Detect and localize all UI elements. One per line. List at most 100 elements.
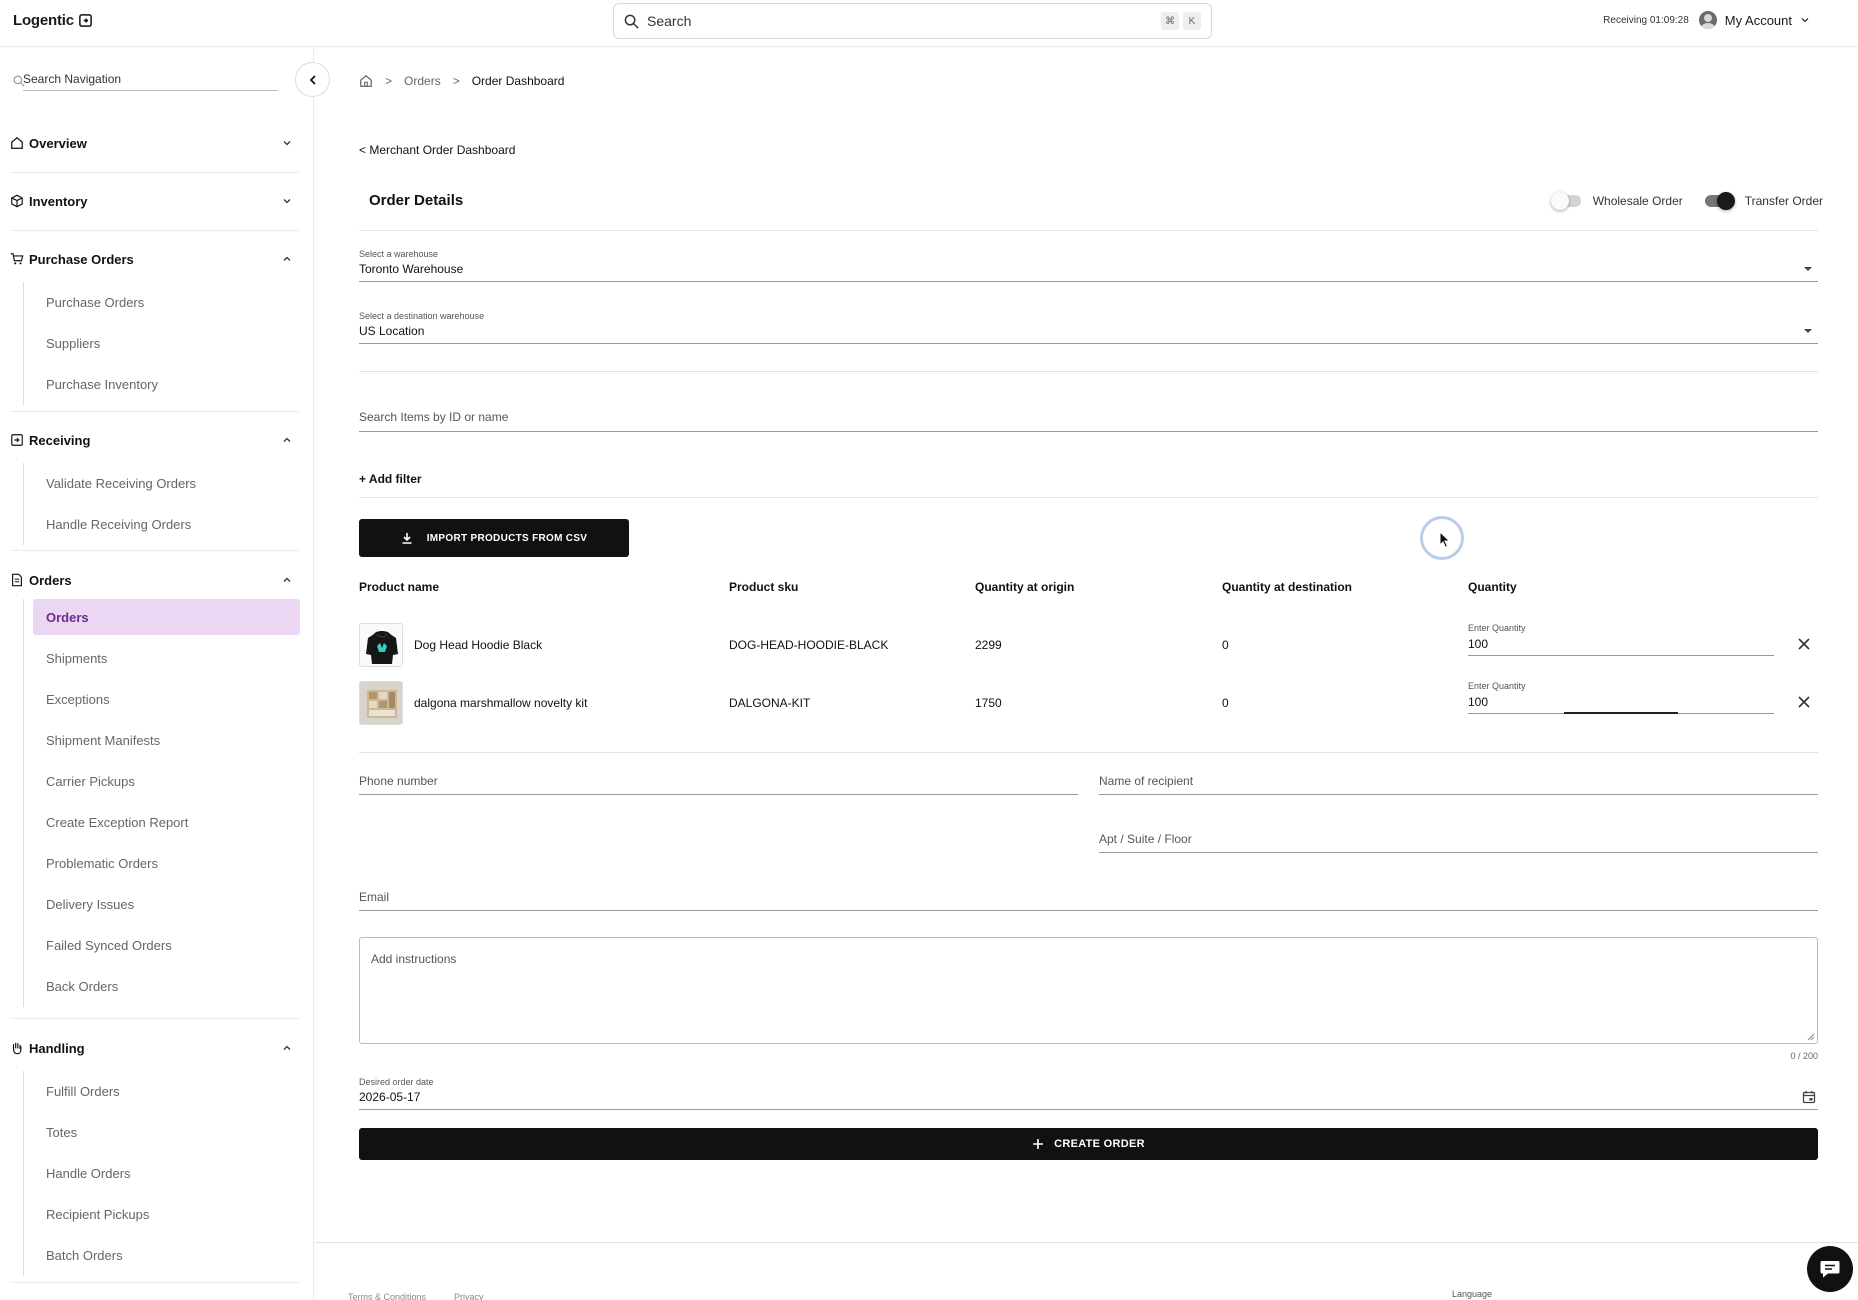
nav-inventory[interactable]: Inventory bbox=[10, 188, 300, 214]
quantity-input[interactable]: Enter Quantity 100 bbox=[1468, 681, 1774, 714]
product-thumbnail bbox=[359, 623, 403, 667]
import-csv-button[interactable]: IMPORT PRODUCTS FROM CSV bbox=[359, 519, 629, 557]
sidebar-item-validate-receiving[interactable]: Validate Receiving Orders bbox=[24, 463, 300, 504]
sidebar-item-failed-synced-orders[interactable]: Failed Synced Orders bbox=[24, 925, 300, 966]
instructions-textarea[interactable]: Add instructions bbox=[359, 937, 1818, 1044]
sidebar-item-exceptions[interactable]: Exceptions bbox=[24, 679, 300, 720]
logo[interactable]: Logentic bbox=[13, 12, 93, 29]
nav-section-inventory: Inventory bbox=[10, 188, 300, 214]
privacy-link[interactable]: Privacy bbox=[454, 1292, 484, 1300]
apt-suite-input[interactable]: Apt / Suite / Floor bbox=[1099, 832, 1818, 853]
product-name: dalgona marshmallow novelty kit bbox=[414, 696, 588, 710]
instructions-counter: 0 / 200 bbox=[1790, 1051, 1818, 1061]
nav-section-receiving: Receiving Validate Receiving Orders Hand… bbox=[10, 427, 300, 545]
email-input[interactable]: Email bbox=[359, 890, 1818, 911]
product-sku: DALGONA-KIT bbox=[729, 696, 811, 710]
box-icon bbox=[10, 194, 24, 208]
sidebar-item-purchase-orders[interactable]: Purchase Orders bbox=[24, 282, 300, 323]
table-row: dalgona marshmallow novelty kit DALGONA-… bbox=[359, 681, 1818, 729]
breadcrumb-orders[interactable]: Orders bbox=[404, 74, 441, 88]
sidebar-item-batch-orders[interactable]: Batch Orders bbox=[24, 1235, 300, 1276]
terms-link[interactable]: Terms & Conditions bbox=[348, 1292, 426, 1300]
home-icon[interactable] bbox=[359, 74, 373, 88]
wholesale-order-toggle[interactable] bbox=[1550, 192, 1581, 210]
transfer-order-toggle[interactable] bbox=[1704, 192, 1735, 210]
sidebar-collapse-button[interactable] bbox=[295, 62, 330, 97]
search-items-input[interactable]: Search Items by ID or name bbox=[359, 410, 1818, 432]
hoodie-image bbox=[360, 624, 402, 666]
page-title: Order Details bbox=[369, 192, 464, 209]
cart-icon bbox=[10, 252, 24, 266]
instructions-placeholder: Add instructions bbox=[371, 952, 457, 966]
sidebar-item-purchase-inventory[interactable]: Purchase Inventory bbox=[24, 364, 300, 405]
sidebar-item-back-orders[interactable]: Back Orders bbox=[24, 966, 300, 1007]
home-icon bbox=[10, 136, 24, 150]
sidebar-item-problematic-orders[interactable]: Problematic Orders bbox=[24, 843, 300, 884]
sidebar-search-input[interactable]: Search Navigation bbox=[23, 72, 278, 91]
destination-select-value: US Location bbox=[359, 324, 425, 338]
warehouse-select-value: Toronto Warehouse bbox=[359, 262, 464, 276]
desired-date-input[interactable]: Desired order date 2026-05-17 bbox=[359, 1077, 1818, 1110]
phone-number-input[interactable]: Phone number bbox=[359, 774, 1078, 795]
divider bbox=[359, 371, 1818, 372]
back-link[interactable]: < Merchant Order Dashboard bbox=[359, 143, 515, 157]
create-order-button[interactable]: CREATE ORDER bbox=[359, 1128, 1818, 1160]
col-header-qty-origin: Quantity at origin bbox=[975, 580, 1075, 594]
toggle-knob bbox=[1716, 192, 1735, 210]
global-search[interactable]: Search ⌘ K bbox=[613, 3, 1212, 39]
add-filter-button[interactable]: + Add filter bbox=[359, 472, 422, 486]
language-label[interactable]: Language bbox=[1452, 1289, 1492, 1299]
nav-divider bbox=[10, 230, 300, 231]
quantity-input-value: 100 bbox=[1468, 637, 1489, 651]
sidebar-item-suppliers[interactable]: Suppliers bbox=[24, 323, 300, 364]
nav-overview[interactable]: Overview bbox=[10, 130, 300, 156]
nav-orders[interactable]: Orders bbox=[10, 567, 300, 593]
nav-divider bbox=[10, 172, 300, 173]
sidebar-item-handle-receiving[interactable]: Handle Receiving Orders bbox=[24, 504, 300, 545]
receiving-timer[interactable]: Receiving 01:09:28 bbox=[1603, 15, 1689, 26]
quantity-input[interactable]: Enter Quantity 100 bbox=[1468, 623, 1774, 656]
import-csv-label: IMPORT PRODUCTS FROM CSV bbox=[426, 532, 588, 544]
remove-item-button[interactable] bbox=[1795, 693, 1813, 711]
resize-grip-icon[interactable] bbox=[1807, 1033, 1815, 1041]
nav-orders-submenu: Orders Shipments Exceptions Shipment Man… bbox=[23, 599, 300, 1007]
shortcut-k-key: K bbox=[1183, 12, 1201, 30]
recipient-name-input[interactable]: Name of recipient bbox=[1099, 774, 1818, 795]
chat-button[interactable] bbox=[1807, 1246, 1853, 1292]
nav-receiving[interactable]: Receiving bbox=[10, 427, 300, 453]
quantity-input-value: 100 bbox=[1468, 695, 1489, 709]
qty-destination: 0 bbox=[1222, 696, 1229, 710]
sidebar-item-carrier-pickups[interactable]: Carrier Pickups bbox=[24, 761, 300, 802]
plus-icon bbox=[1033, 1139, 1044, 1149]
remove-item-button[interactable] bbox=[1795, 635, 1813, 653]
logo-icon bbox=[79, 14, 92, 27]
transfer-order-label: Transfer Order bbox=[1744, 194, 1823, 208]
sidebar-search[interactable]: Search Navigation bbox=[13, 68, 291, 94]
sidebar-item-fulfill-orders[interactable]: Fulfill Orders bbox=[24, 1071, 300, 1112]
nav-divider bbox=[10, 411, 300, 412]
destination-warehouse-select[interactable]: Select a destination warehouse US Locati… bbox=[359, 311, 1818, 344]
nav-section-overview: Overview bbox=[10, 130, 300, 156]
sidebar-item-delivery-issues[interactable]: Delivery Issues bbox=[24, 884, 300, 925]
calendar-icon[interactable] bbox=[1802, 1090, 1816, 1104]
sidebar-item-shipments[interactable]: Shipments bbox=[24, 638, 300, 679]
warehouse-select[interactable]: Select a warehouse Toronto Warehouse bbox=[359, 249, 1818, 282]
divider bbox=[359, 752, 1818, 753]
sidebar-item-orders[interactable]: Orders bbox=[33, 599, 300, 635]
chevron-up-icon bbox=[282, 575, 292, 585]
nav-divider bbox=[10, 1018, 300, 1019]
nav-purchase-orders-label: Purchase Orders bbox=[29, 251, 134, 267]
account-menu[interactable]: My Account bbox=[1698, 11, 1810, 29]
sidebar-item-handle-orders[interactable]: Handle Orders bbox=[24, 1153, 300, 1194]
nav-purchase-orders[interactable]: Purchase Orders bbox=[10, 246, 300, 272]
sidebar-item-recipient-pickups[interactable]: Recipient Pickups bbox=[24, 1194, 300, 1235]
sidebar-item-create-exception-report[interactable]: Create Exception Report bbox=[24, 802, 300, 843]
sidebar-item-totes[interactable]: Totes bbox=[24, 1112, 300, 1153]
close-icon bbox=[1798, 638, 1810, 650]
nav-handling[interactable]: Handling bbox=[10, 1035, 300, 1061]
sidebar-item-shipment-manifests[interactable]: Shipment Manifests bbox=[24, 720, 300, 761]
create-order-label: CREATE ORDER bbox=[1054, 1138, 1145, 1150]
global-search-input[interactable]: Search bbox=[647, 13, 1157, 29]
nav-divider bbox=[10, 1282, 300, 1283]
main-content: > Orders > Order Dashboard < Merchant Or… bbox=[315, 48, 1858, 1300]
